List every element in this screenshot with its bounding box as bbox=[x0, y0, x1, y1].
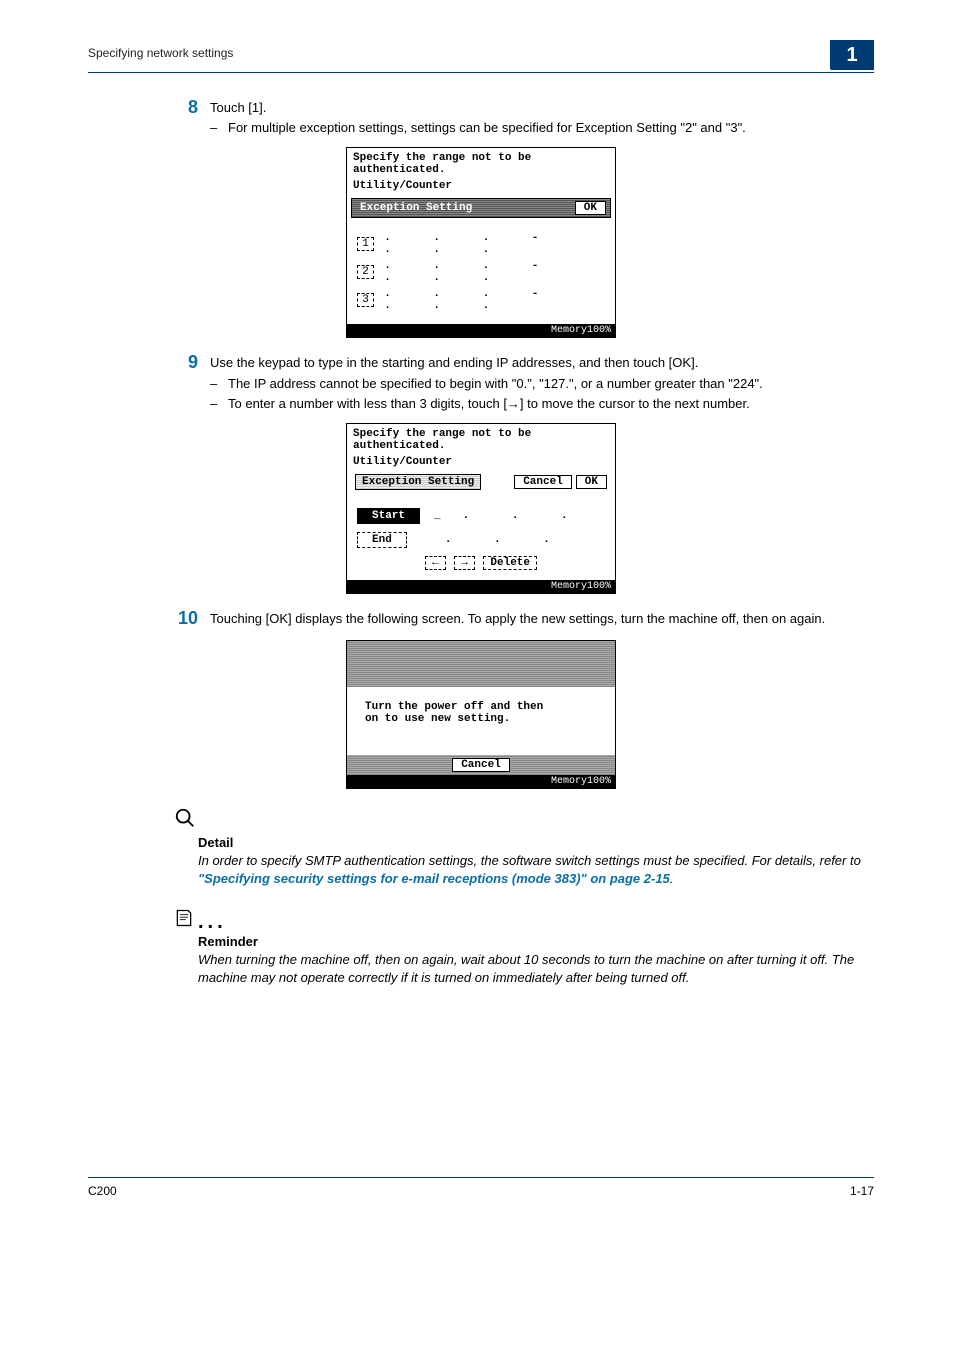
reminder-heading: Reminder bbox=[198, 934, 874, 949]
reminder-body: When turning the machine off, then on ag… bbox=[198, 951, 874, 987]
memory-status: Memory100% bbox=[347, 580, 615, 593]
screenshot-power-off-prompt: Turn the power off and thenon to use new… bbox=[346, 640, 616, 789]
detail-heading: Detail bbox=[198, 835, 874, 850]
exception-row-2-button[interactable]: 2 bbox=[357, 265, 374, 279]
step-9-bullet-1: The IP address cannot be specified to be… bbox=[228, 375, 874, 393]
bullet-dash: – bbox=[210, 395, 228, 413]
step-8-number: 8 bbox=[158, 97, 210, 119]
note-icon: ... bbox=[174, 908, 227, 932]
ok-button[interactable]: OK bbox=[576, 475, 607, 489]
arrow-right-button[interactable]: → bbox=[454, 556, 475, 570]
delete-button[interactable]: Delete bbox=[483, 556, 537, 570]
exception-setting-title: Exception Setting bbox=[355, 474, 481, 490]
start-button[interactable]: Start bbox=[357, 508, 420, 524]
ok-button[interactable]: OK bbox=[575, 201, 606, 215]
screenshot-exception-setting-list: Specify the range not to beauthenticated… bbox=[346, 147, 616, 338]
step-8-bullet: For multiple exception settings, setting… bbox=[228, 119, 874, 137]
cancel-button[interactable]: Cancel bbox=[452, 758, 510, 772]
exception-setting-title: Exception Setting bbox=[356, 201, 476, 215]
cross-reference-link[interactable]: "Specifying security settings for e-mail… bbox=[198, 871, 670, 886]
memory-status: Memory100% bbox=[347, 775, 615, 788]
exception-row-1-button[interactable]: 1 bbox=[357, 237, 374, 251]
header-rule bbox=[88, 72, 874, 73]
cancel-button[interactable]: Cancel bbox=[514, 475, 572, 489]
exception-row-3-button[interactable]: 3 bbox=[357, 293, 374, 307]
magnifier-icon bbox=[174, 807, 874, 833]
footer-model: C200 bbox=[88, 1184, 117, 1198]
step-10-text: Touching [OK] displays the following scr… bbox=[210, 610, 874, 628]
bullet-dash: – bbox=[210, 119, 228, 137]
step-9-bullet-2: To enter a number with less than 3 digit… bbox=[228, 395, 874, 413]
step-9-number: 9 bbox=[158, 352, 210, 374]
step-10-number: 10 bbox=[158, 608, 210, 630]
step-9-text: Use the keypad to type in the starting a… bbox=[210, 354, 874, 372]
detail-body: In order to specify SMTP authentication … bbox=[198, 852, 874, 888]
bullet-dash: – bbox=[210, 375, 228, 393]
chapter-number-tab: 1 bbox=[830, 40, 874, 70]
arrow-left-button[interactable]: ← bbox=[425, 556, 446, 570]
running-title: Specifying network settings bbox=[88, 40, 233, 60]
step-8-text: Touch [1]. bbox=[210, 99, 874, 117]
end-button[interactable]: End bbox=[357, 532, 407, 548]
screenshot-exception-setting-entry: Specify the range not to beauthenticated… bbox=[346, 423, 616, 594]
memory-status: Memory100% bbox=[347, 324, 615, 337]
footer-page-number: 1-17 bbox=[850, 1184, 874, 1198]
